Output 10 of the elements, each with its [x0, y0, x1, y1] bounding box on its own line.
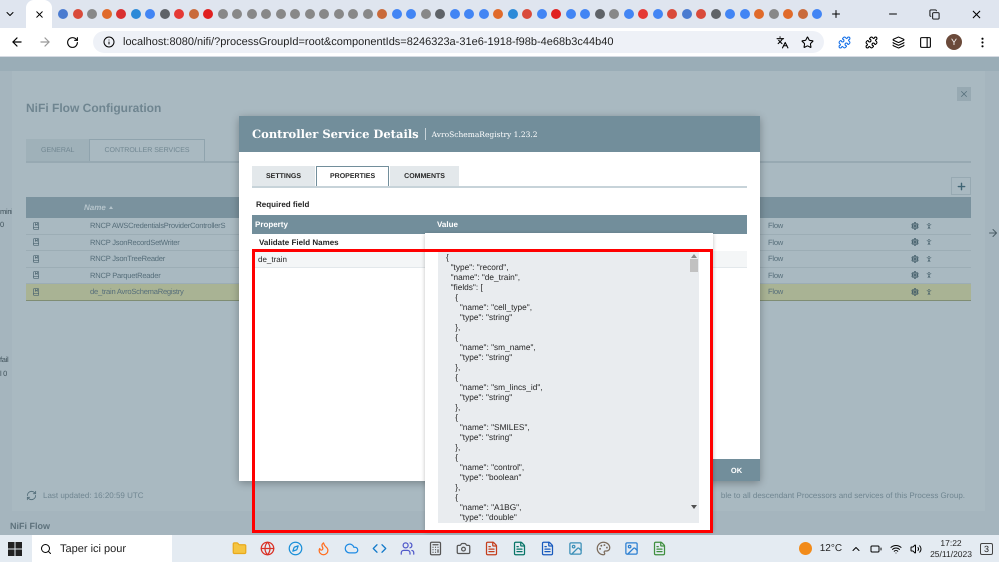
dialog-title: NiFi Flow Configuration — [26, 101, 162, 115]
property-name: Validate Field Names — [258, 238, 339, 246]
scope-note: ble to all descendant Processors and services of this Process Group. — [720, 491, 965, 500]
schema-text: { "type": "record", "name": "de_train", "fields": [ { "name": "cell_type", "type": "string" }, { "name": "sm_name", "type": "string" }, { "name": "sm_lincs_id", "type": "string" }, { "name": "SMILES", "type": "string" }, { "name": "control", "type": "boolean" }, { "name": "A1BG", "type": "double" — [445, 251, 543, 522]
last-updated-text: Last updated: 16:20:59 UTC — [43, 491, 144, 500]
property-name: de_train — [257, 254, 287, 264]
column-header: Value — [436, 220, 459, 229]
dialog-title: Controller Service Details — [252, 127, 419, 141]
required-field-label: Required field — [256, 200, 310, 209]
column-header: Property — [254, 220, 289, 229]
